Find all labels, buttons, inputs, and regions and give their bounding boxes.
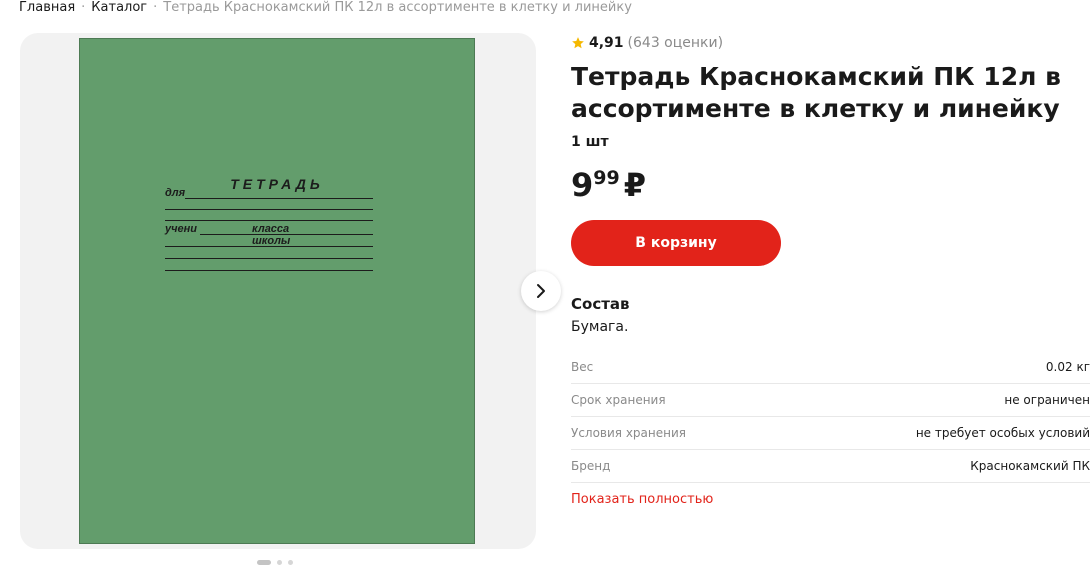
price-currency: ₽ [623, 166, 646, 204]
breadcrumb-separator: · [81, 0, 86, 15]
spec-key: Условия хранения [571, 426, 686, 440]
spec-key: Бренд [571, 459, 611, 473]
gallery-next-button[interactable] [521, 271, 561, 311]
rating-count: (643 оценки) [627, 35, 724, 51]
product-title: Тетрадь Краснокамский ПК 12л в ассортиме… [571, 62, 1061, 123]
breadcrumb-current: Тетрадь Краснокамский ПК 12л в ассортиме… [163, 0, 632, 15]
cover-line [165, 270, 373, 271]
spec-value: Краснокамский ПК [970, 459, 1090, 473]
spec-key: Срок хранения [571, 393, 666, 407]
cover-line [165, 246, 373, 247]
rating-score: 4,91 [589, 35, 624, 51]
price-fraction: 99 [593, 167, 620, 189]
product-unit: 1 шт [571, 134, 609, 150]
cover-line [185, 198, 373, 199]
cover-title: ТЕТРАДЬ [230, 176, 324, 192]
composition-heading: Состав [571, 295, 630, 313]
cover-line [165, 258, 373, 259]
price-integer: 9 [571, 166, 594, 204]
breadcrumb-catalog[interactable]: Каталог [91, 0, 147, 15]
spec-row: Вес 0.02 кг [571, 351, 1090, 384]
pagination-dot[interactable] [288, 560, 293, 565]
spec-row: Бренд Краснокамский ПК [571, 450, 1090, 483]
cover-label-student: учени [165, 223, 198, 235]
product-rating[interactable]: 4,91 (643 оценки) [571, 34, 723, 52]
cover-label-for: для [165, 187, 186, 199]
cover-line [165, 220, 373, 221]
chevron-right-icon [537, 284, 545, 298]
spec-table: Вес 0.02 кг Срок хранения не ограничен У… [571, 351, 1090, 483]
gallery-pagination [257, 560, 293, 565]
star-icon [572, 37, 584, 49]
breadcrumb-home[interactable]: Главная [19, 0, 75, 15]
pagination-dot[interactable] [277, 560, 282, 565]
product-gallery[interactable]: ТЕТРАДЬ для учени класса школы [20, 33, 536, 549]
pagination-dot-active[interactable] [257, 560, 271, 565]
cover-line [165, 209, 373, 210]
spec-row: Условия хранения не требует особых услов… [571, 417, 1090, 450]
spec-key: Вес [571, 360, 594, 374]
spec-value: 0.02 кг [1045, 360, 1090, 374]
product-image: ТЕТРАДЬ для учени класса школы [79, 38, 475, 544]
spec-value: не требует особых условий [915, 426, 1090, 440]
product-price: 999 ₽ [571, 166, 646, 204]
breadcrumb: Главная · Каталог · Тетрадь Краснокамский ПК… [19, 0, 632, 15]
breadcrumb-separator: · [153, 0, 158, 15]
add-to-cart-button[interactable]: В корзину [571, 220, 781, 266]
spec-value: не ограничен [1004, 393, 1090, 407]
spec-row: Срок хранения не ограничен [571, 384, 1090, 417]
composition-value: Бумага. [571, 319, 629, 335]
show-more-link[interactable]: Показать полностью [571, 492, 713, 507]
